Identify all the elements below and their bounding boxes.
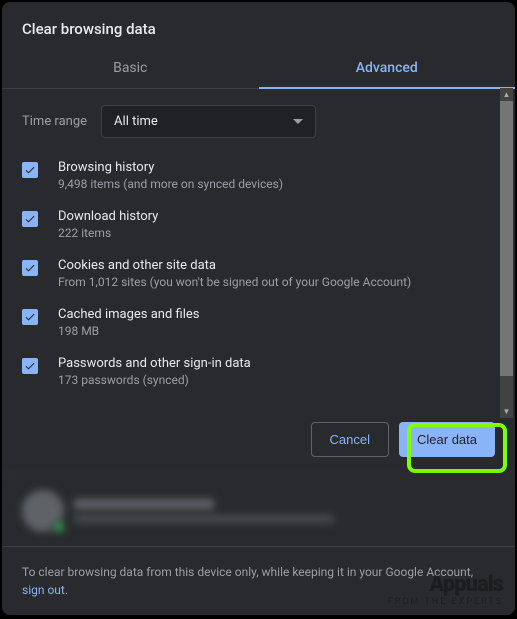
content-area: Time range All time Browsing history 9,4… <box>2 89 515 404</box>
scrollbar-thumb[interactable] <box>500 101 513 376</box>
check-icon <box>24 311 36 323</box>
item-subtitle: 173 passwords (synced) <box>58 373 495 387</box>
checkbox-browsing-history[interactable] <box>22 162 38 178</box>
footer-account-section <box>2 475 515 546</box>
footer-text-2: . <box>65 583 68 597</box>
checkbox-cookies[interactable] <box>22 260 38 276</box>
dropdown-value: All time <box>114 114 158 129</box>
account-name-blurred <box>74 499 214 509</box>
item-subtitle: 198 MB <box>58 324 495 338</box>
account-info <box>74 499 334 523</box>
checkbox-content: Browsing history 9,498 items (and more o… <box>58 160 495 191</box>
item-cookies: Cookies and other site data From 1,012 s… <box>22 258 495 289</box>
item-download-history: Download history 222 items <box>22 209 495 240</box>
check-icon <box>24 360 36 372</box>
dialog-title: Clear browsing data <box>2 2 515 50</box>
item-subtitle: 222 items <box>58 226 495 240</box>
item-title: Download history <box>58 209 495 224</box>
checkbox-content: Cached images and files 198 MB <box>58 307 495 338</box>
time-range-dropdown[interactable]: All time <box>101 105 316 138</box>
item-subtitle: 9,498 items (and more on synced devices) <box>58 177 495 191</box>
sync-badge-icon <box>52 520 66 534</box>
tab-advanced[interactable]: Advanced <box>259 50 516 88</box>
item-passwords: Passwords and other sign-in data 173 pas… <box>22 356 495 387</box>
tab-basic[interactable]: Basic <box>2 50 259 88</box>
button-row: Cancel Clear data <box>2 404 515 475</box>
checkbox-passwords[interactable] <box>22 358 38 374</box>
account-row <box>22 490 495 546</box>
tabs-container: Basic Advanced <box>2 50 515 89</box>
clear-data-button[interactable]: Clear data <box>399 422 495 457</box>
time-range-label: Time range <box>22 114 87 129</box>
scrollbar[interactable]: ▲ ▼ <box>500 88 513 418</box>
check-icon <box>24 262 36 274</box>
checkbox-content: Passwords and other sign-in data 173 pas… <box>58 356 495 387</box>
item-cached: Cached images and files 198 MB <box>22 307 495 338</box>
item-title: Browsing history <box>58 160 495 175</box>
checkbox-content: Download history 222 items <box>58 209 495 240</box>
scroll-down-icon[interactable]: ▼ <box>500 405 513 418</box>
cancel-button[interactable]: Cancel <box>311 422 389 457</box>
footer-text: To clear browsing data from this device … <box>2 546 515 615</box>
account-email-blurred <box>74 515 334 523</box>
checkbox-content: Cookies and other site data From 1,012 s… <box>58 258 495 289</box>
chevron-down-icon <box>293 119 303 124</box>
checkbox-download-history[interactable] <box>22 211 38 227</box>
item-subtitle: From 1,012 sites (you won't be signed ou… <box>58 275 495 289</box>
check-icon <box>24 213 36 225</box>
sign-out-link[interactable]: sign out <box>22 583 65 597</box>
scroll-up-icon[interactable]: ▲ <box>500 88 513 101</box>
item-title: Cached images and files <box>58 307 495 322</box>
footer-text-1: To clear browsing data from this device … <box>22 565 473 579</box>
item-title: Passwords and other sign-in data <box>58 356 495 371</box>
check-icon <box>24 164 36 176</box>
checkbox-cached[interactable] <box>22 309 38 325</box>
item-title: Cookies and other site data <box>58 258 495 273</box>
time-range-row: Time range All time <box>22 105 495 138</box>
avatar <box>22 490 64 532</box>
item-browsing-history: Browsing history 9,498 items (and more o… <box>22 160 495 191</box>
